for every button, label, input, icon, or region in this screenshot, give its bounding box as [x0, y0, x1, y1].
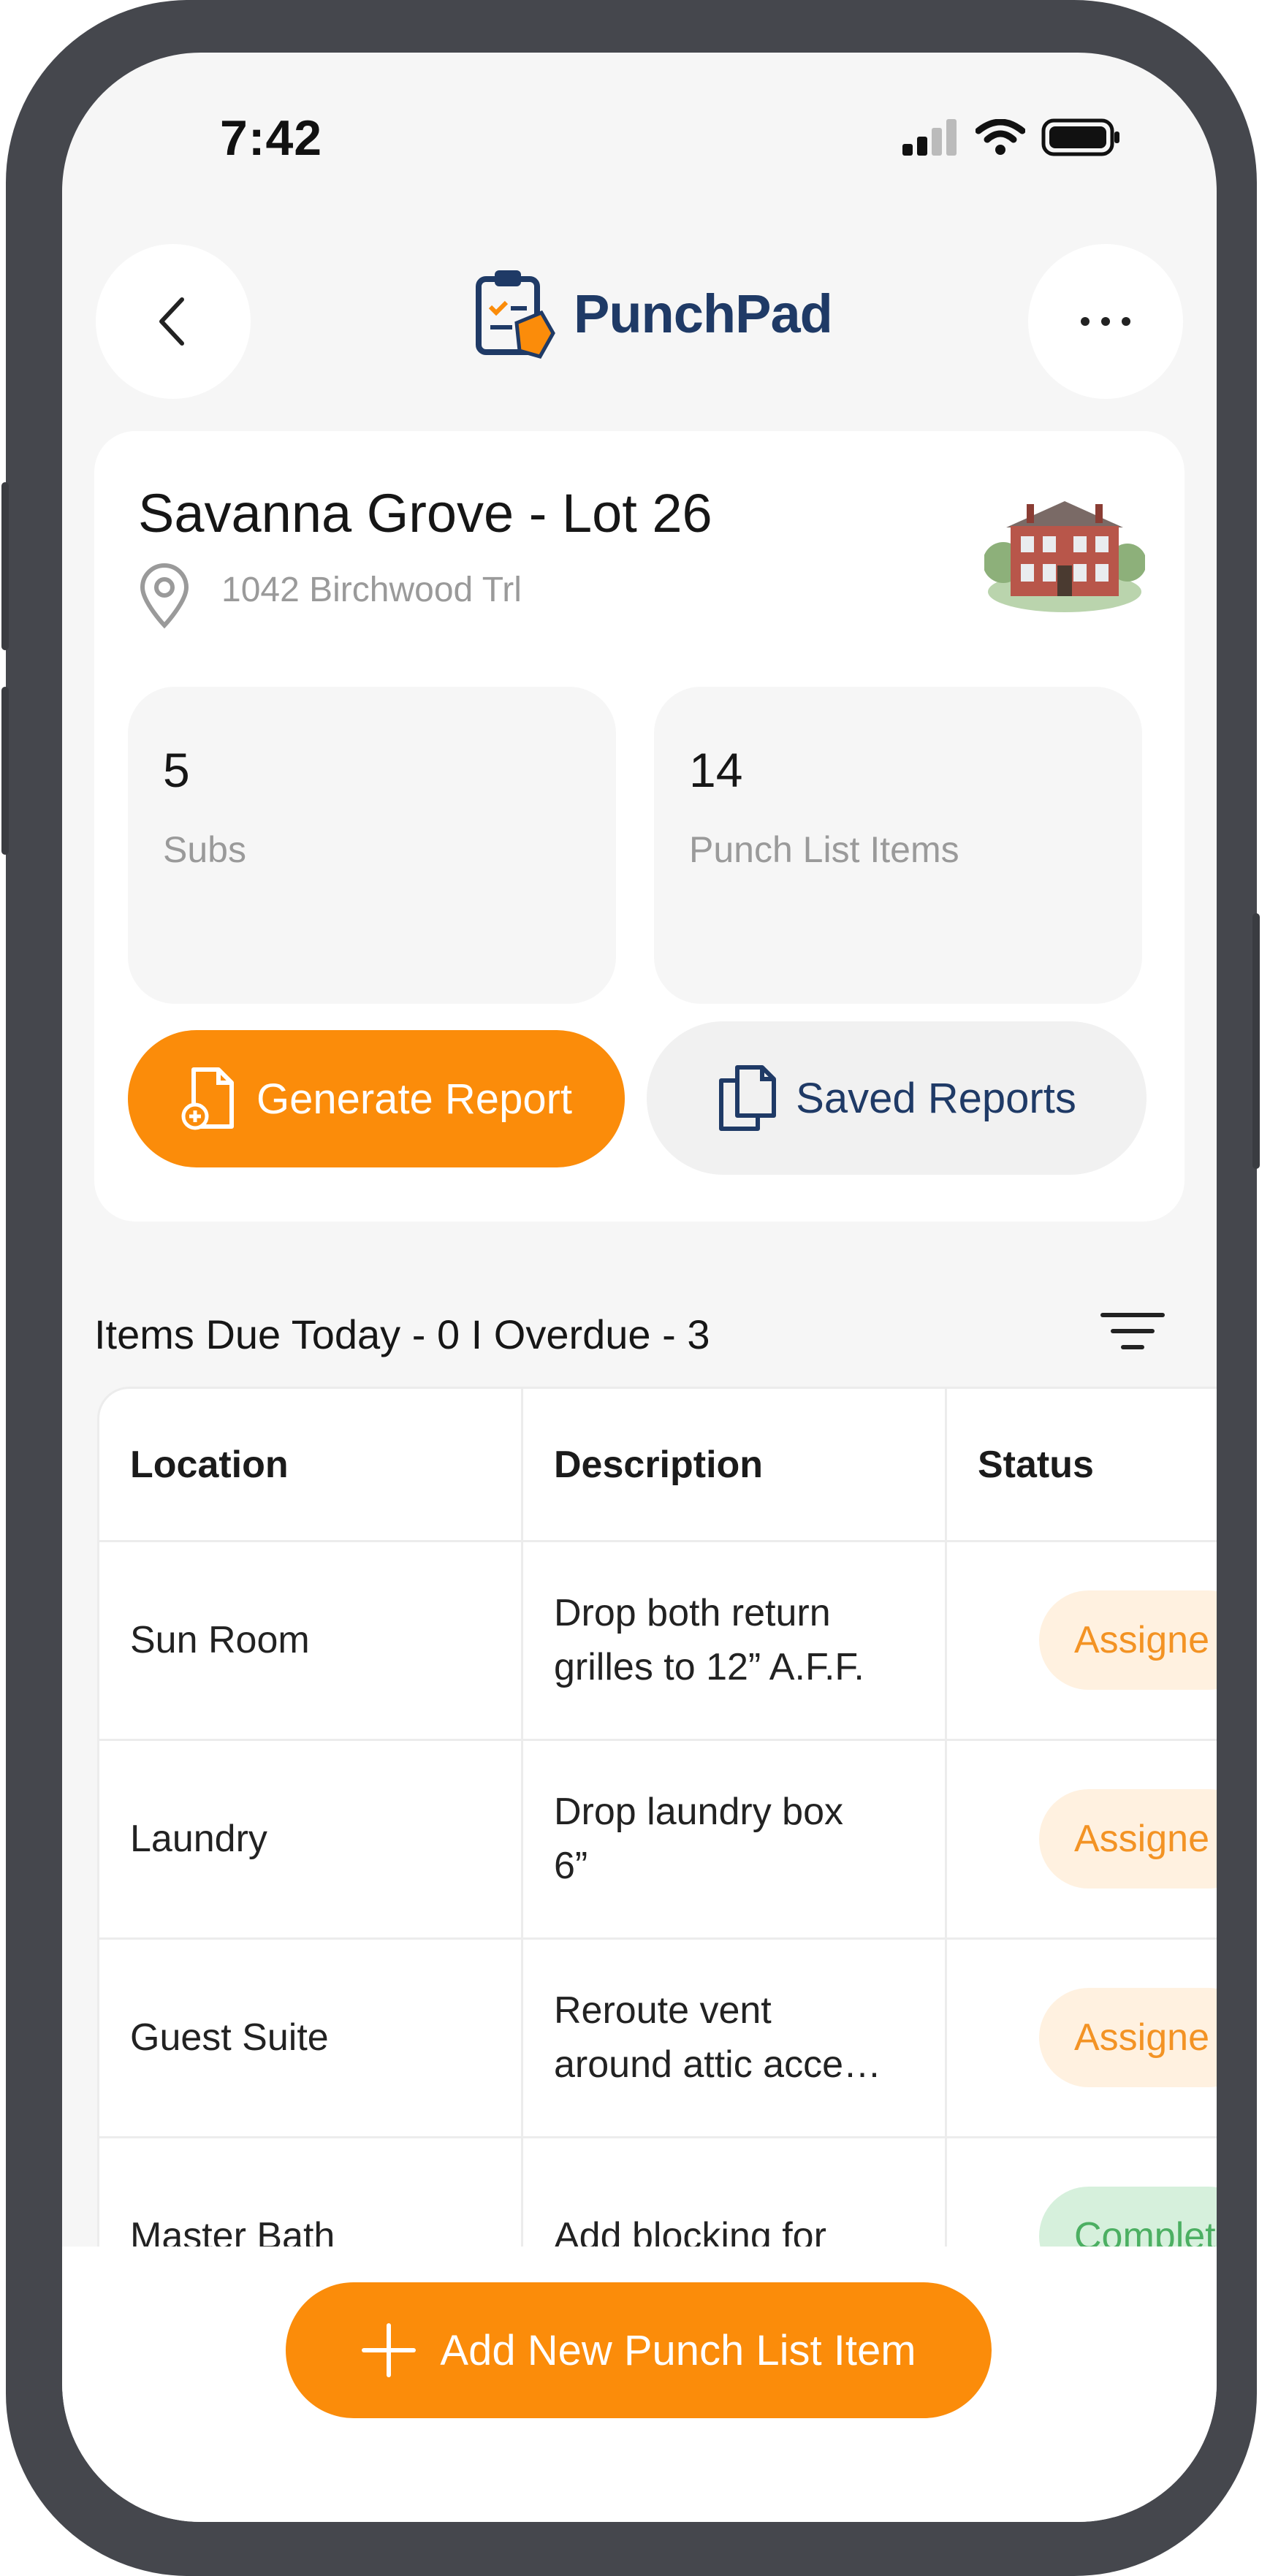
clipboard-logo-icon: [476, 270, 555, 359]
phone-frame: 7:42 PunchPad Savanna Grove - Lot 26 104…: [1, 0, 1260, 2576]
generate-report-label: Generate Report: [256, 1075, 573, 1123]
table-row-location[interactable]: Sun Room: [99, 1542, 523, 1741]
project-card: Savanna Grove - Lot 26 1042 Birchwood Tr…: [94, 431, 1185, 1222]
app-logo: PunchPad: [471, 266, 833, 361]
project-title: Savanna Grove - Lot 26: [138, 483, 712, 544]
table-row-description[interactable]: Drop both return grilles to 12” A.F.F.: [523, 1542, 947, 1741]
location-pin-icon: [140, 563, 189, 629]
punch-items-label: Punch List Items: [689, 829, 959, 870]
document-add-icon: [181, 1067, 234, 1130]
status-badge: Assigne: [1039, 1988, 1217, 2087]
plus-icon: [362, 2323, 417, 2377]
house-thumbnail: [984, 501, 1145, 612]
add-punch-item-button[interactable]: Add New Punch List Item: [286, 2282, 992, 2418]
app-name: PunchPad: [574, 283, 833, 344]
chevron-left-icon: [159, 297, 184, 346]
volume-down-button: [1, 687, 9, 855]
table-row-location[interactable]: Laundry: [99, 1741, 523, 1940]
items-due-summary: Items Due Today - 0 I Overdue - 3: [94, 1311, 710, 1357]
status-time: 7:42: [220, 110, 323, 166]
description-line: around attic acce…: [554, 2043, 882, 2086]
description-line: Drop both return: [554, 1591, 831, 1634]
status-badge: Assigne: [1039, 1590, 1217, 1690]
saved-reports-label: Saved Reports: [796, 1074, 1076, 1122]
description-line: Reroute vent: [554, 1989, 772, 2032]
punch-items-count: 14: [689, 743, 743, 797]
table-row-status[interactable]: Assigne: [947, 1542, 1217, 1741]
wifi-icon: [976, 119, 1025, 155]
project-address: 1042 Birchwood Trl: [221, 571, 522, 609]
saved-reports-button[interactable]: Saved Reports: [647, 1021, 1147, 1175]
column-header-location[interactable]: Location: [99, 1389, 523, 1542]
punch-items-stat-card[interactable]: 14 Punch List Items: [654, 687, 1142, 1004]
subs-stat-card[interactable]: 5 Subs: [128, 687, 616, 1004]
screen: 7:42 PunchPad Savanna Grove - Lot 26 104…: [62, 53, 1217, 2522]
more-options-button[interactable]: [1028, 244, 1183, 399]
column-header-status[interactable]: Status: [947, 1389, 1217, 1542]
status-badge: Assigne: [1039, 1789, 1217, 1889]
table-row-description[interactable]: Reroute vent around attic acce…: [523, 1940, 947, 2138]
ellipsis-icon: [1081, 317, 1130, 326]
table-row-status[interactable]: Assigne: [947, 1741, 1217, 1940]
subs-count: 5: [163, 743, 190, 797]
battery-icon: [1041, 118, 1119, 156]
generate-report-button[interactable]: Generate Report: [128, 1030, 625, 1167]
documents-icon: [719, 1065, 777, 1131]
power-button: [1252, 913, 1260, 1169]
subs-label: Subs: [163, 829, 246, 870]
table-row-description[interactable]: Drop laundry box 6”: [523, 1741, 947, 1940]
status-icons: [902, 118, 1122, 156]
description-line: grilles to 12” A.F.F.: [554, 1645, 864, 1688]
volume-up-button: [1, 482, 9, 650]
column-header-description[interactable]: Description: [523, 1389, 947, 1542]
add-punch-item-label: Add New Punch List Item: [440, 2326, 916, 2374]
back-button[interactable]: [96, 244, 251, 399]
cellular-signal-icon: [902, 119, 957, 156]
description-line: 6”: [554, 1844, 588, 1887]
description-line: Drop laundry box: [554, 1790, 843, 1833]
punch-list-table: Location Description Status Sun Room Dro…: [97, 1387, 1217, 2271]
table-row-status[interactable]: Assigne: [947, 1940, 1217, 2138]
filter-icon[interactable]: [1100, 1309, 1166, 1353]
table-row-location[interactable]: Guest Suite: [99, 1940, 523, 2138]
